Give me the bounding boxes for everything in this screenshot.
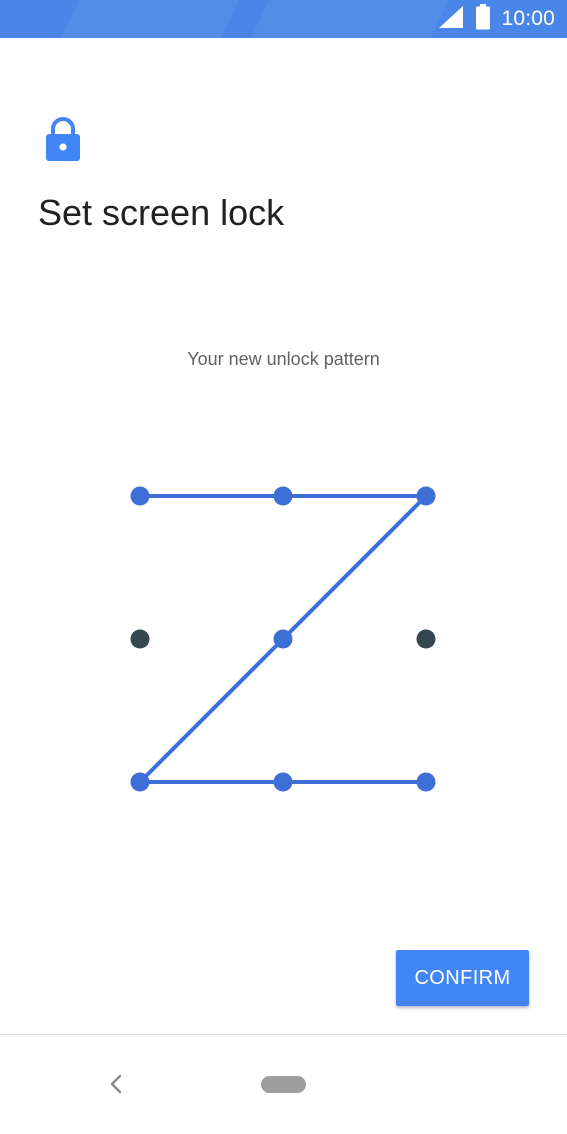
pattern-dot-8[interactable] [273, 772, 293, 792]
pattern-dot-2[interactable] [273, 486, 293, 506]
status-bar-decoration [251, 0, 449, 38]
confirm-button[interactable]: CONFIRM [396, 950, 529, 1006]
status-time: 10:00 [501, 7, 555, 30]
pattern-segment [138, 637, 285, 784]
pattern-dot-5[interactable] [273, 629, 293, 649]
back-chevron-icon[interactable] [104, 1072, 128, 1096]
status-bar: 10:00 [0, 0, 567, 38]
pattern-dot-4[interactable] [130, 629, 150, 649]
page-title: Set screen lock [38, 192, 285, 233]
pattern-dot-1[interactable] [130, 486, 150, 506]
lock-icon [45, 116, 81, 162]
screen: 10:00 Set screen lock Your new unlock pa… [0, 0, 567, 1134]
pattern-dot-7[interactable] [130, 772, 150, 792]
status-icons: 10:00 [437, 0, 555, 38]
pattern-segment [281, 494, 428, 641]
pattern-dot-9[interactable] [416, 772, 436, 792]
status-bar-decoration [61, 0, 239, 38]
cellular-signal-icon [437, 5, 465, 34]
battery-full-icon [475, 3, 491, 35]
home-pill-icon[interactable] [261, 1076, 306, 1093]
pattern-dot-6[interactable] [416, 629, 436, 649]
pattern-instruction: Your new unlock pattern [187, 349, 380, 369]
pattern-dot-3[interactable] [416, 486, 436, 506]
